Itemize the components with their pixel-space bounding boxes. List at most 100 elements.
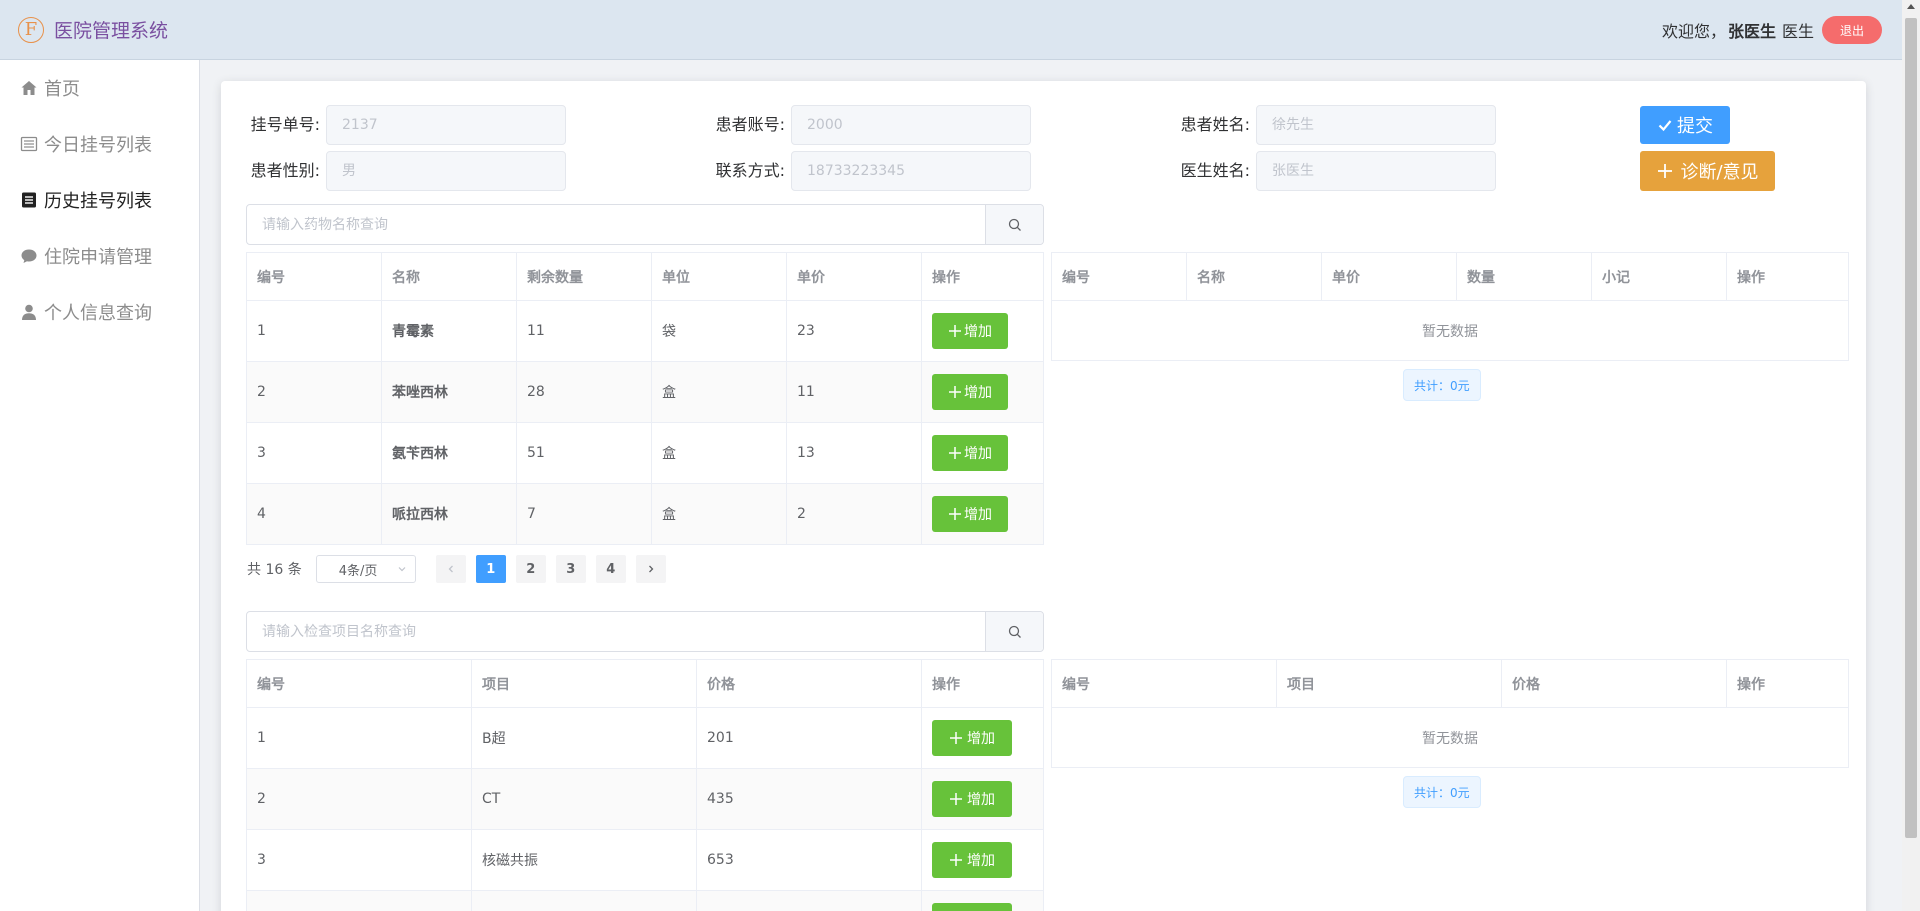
- doctor-name-field[interactable]: 张医生: [1256, 151, 1496, 191]
- patient-name-field[interactable]: 徐先生: [1256, 105, 1496, 145]
- sidebar-item-inpatient[interactable]: 住院申请管理: [0, 228, 199, 284]
- col-header: 剩余数量: [516, 252, 652, 301]
- sidebar-item-today-register[interactable]: 今日挂号列表: [0, 116, 199, 172]
- add-exam-button[interactable]: 增加: [932, 720, 1012, 756]
- next-page-button[interactable]: [635, 555, 666, 583]
- drug-total-tag: 共计：0元: [1403, 369, 1481, 401]
- cell-id: 2: [246, 768, 472, 830]
- page-button-1[interactable]: 1: [475, 555, 506, 583]
- cell-qty: 28: [516, 361, 652, 423]
- pagination: 共 16 条 4条/页 1 2 3 4: [247, 555, 676, 583]
- sidebar-item-profile[interactable]: 个人信息查询: [0, 284, 199, 340]
- table-row: 1 青霉素 11 袋 23 增加: [246, 300, 1044, 362]
- scroll-thumb[interactable]: [1905, 18, 1917, 838]
- cell-price: 653: [696, 829, 922, 891]
- cell-id: 4: [246, 483, 382, 545]
- sidebar-item-label: 首页: [44, 79, 80, 100]
- submit-label: 提交: [1677, 116, 1713, 137]
- register-no-field[interactable]: 2137: [326, 105, 566, 145]
- col-header: 编号: [246, 659, 472, 708]
- cell-price: 2: [786, 483, 922, 545]
- home-icon: [20, 79, 38, 97]
- table-row: 3 核磁共振 653 增加: [246, 829, 1044, 891]
- welcome-text: 欢迎您，: [1661, 22, 1726, 41]
- patient-gender-field[interactable]: 男: [326, 151, 566, 191]
- col-header: 数量: [1456, 252, 1592, 301]
- cell-name: 青霉素: [381, 300, 517, 362]
- cell-price: 23: [786, 300, 922, 362]
- plus-icon: [950, 793, 962, 805]
- plus-icon: [949, 447, 961, 459]
- sidebar-item-history-register[interactable]: 历史挂号列表: [0, 172, 199, 228]
- page-button-4[interactable]: 4: [595, 555, 626, 583]
- cell-action: 增加: [921, 300, 1044, 362]
- plus-icon: [949, 508, 961, 520]
- col-header: 单价: [1321, 252, 1457, 301]
- col-header: 名称: [381, 252, 517, 301]
- table-row: 2 CT 435 增加: [246, 768, 1044, 830]
- add-exam-button[interactable]: 增加: [932, 842, 1012, 878]
- table-header-row: 编号 项目 价格 操作: [1051, 659, 1849, 708]
- page-button-2[interactable]: 2: [515, 555, 546, 583]
- col-header: 项目: [471, 659, 697, 708]
- plus-icon: [949, 325, 961, 337]
- page-scrollbar[interactable]: [1902, 0, 1920, 911]
- logout-button[interactable]: 退出: [1821, 16, 1882, 44]
- col-header: 项目: [1276, 659, 1502, 708]
- exam-total-tag: 共计：0元: [1403, 776, 1481, 808]
- pagination-total: 共 16 条: [247, 562, 302, 578]
- cell-action: 增加: [921, 483, 1044, 545]
- sidebar-item-home[interactable]: 首页: [0, 60, 199, 116]
- col-header: 操作: [921, 252, 1044, 301]
- sidebar-item-label: 历史挂号列表: [44, 191, 152, 212]
- drug-search-button[interactable]: [985, 205, 1043, 244]
- cell-price: 11: [786, 361, 922, 423]
- add-drug-button[interactable]: 增加: [932, 374, 1008, 410]
- add-label: 增加: [967, 853, 995, 869]
- sidebar: 首页 今日挂号列表 历史挂号列表 住院申请管理 个人信息查询: [0, 60, 200, 911]
- col-header: 小记: [1591, 252, 1727, 301]
- sidebar-item-label: 住院申请管理: [44, 247, 152, 268]
- cell-id: [246, 890, 472, 911]
- chevron-left-icon: [448, 565, 453, 573]
- cell-name: 氨苄西林: [381, 422, 517, 484]
- table-header-row: 编号 项目 价格 操作: [246, 659, 1044, 708]
- cell-name: 苯唑西林: [381, 361, 517, 423]
- scroll-up-arrow-icon[interactable]: [1907, 4, 1915, 9]
- exam-cart-table: 编号 项目 价格 操作 暂无数据: [1051, 659, 1849, 768]
- page-button-3[interactable]: 3: [555, 555, 586, 583]
- table-row: [246, 890, 1044, 911]
- table-row: 1 B超 201 增加: [246, 707, 1044, 769]
- add-label: 增加: [964, 385, 992, 401]
- drug-search-input[interactable]: [247, 205, 985, 244]
- user-icon: [20, 303, 38, 321]
- cell-id: 3: [246, 829, 472, 891]
- add-drug-button[interactable]: 增加: [932, 313, 1008, 349]
- cell-id: 3: [246, 422, 382, 484]
- contact-field[interactable]: 18733223345: [791, 151, 1031, 191]
- document-icon: [20, 191, 38, 209]
- add-drug-button[interactable]: 增加: [932, 435, 1008, 471]
- submit-button[interactable]: 提交: [1640, 106, 1730, 144]
- register-no-label: 挂号单号:: [250, 115, 320, 134]
- diagnosis-button[interactable]: 诊断/意见: [1640, 151, 1775, 191]
- diagnosis-label: 诊断/意见: [1680, 162, 1759, 183]
- add-exam-button[interactable]: [932, 903, 1012, 911]
- add-drug-button[interactable]: 增加: [932, 496, 1008, 532]
- cell-id: 2: [246, 361, 382, 423]
- cell-unit: 袋: [651, 300, 787, 362]
- page-size-select[interactable]: 4条/页: [315, 555, 416, 583]
- exam-search-input[interactable]: [247, 612, 985, 651]
- cell-qty: 7: [516, 483, 652, 545]
- plus-icon: [950, 854, 962, 866]
- add-exam-button[interactable]: 增加: [932, 781, 1012, 817]
- exam-search-button[interactable]: [985, 612, 1043, 651]
- doctor-name-label: 医生姓名:: [1180, 161, 1250, 180]
- cell-action: 增加: [921, 361, 1044, 423]
- empty-text: 暂无数据: [1051, 707, 1849, 768]
- patient-account-field[interactable]: 2000: [791, 105, 1031, 145]
- plus-icon: [1658, 164, 1673, 178]
- empty-row: 暂无数据: [1051, 300, 1849, 361]
- exam-search: [246, 611, 1044, 652]
- prev-page-button[interactable]: [435, 555, 466, 583]
